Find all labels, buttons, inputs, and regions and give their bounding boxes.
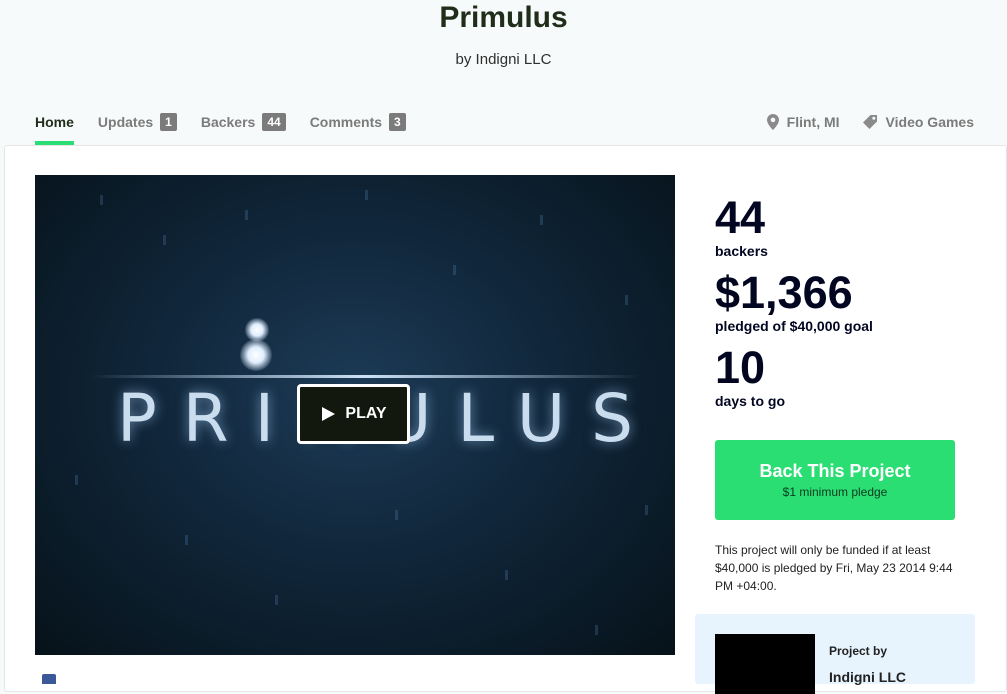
location-label: Flint, MI [786,114,840,130]
glowing-orb-large [240,339,272,371]
tab-comments-label: Comments [309,114,383,130]
tab-home[interactable]: Home [35,112,74,145]
funding-stats: 44 backers $1,366 pledged of $40,000 goa… [715,193,873,410]
tab-updates[interactable]: Updates 1 [98,112,177,145]
minimum-pledge-label: $1 minimum pledge [782,485,888,499]
pledged-amount: $1,366 [715,267,853,318]
project-title: Primulus [439,1,568,34]
project-byline[interactable]: by Indigni LLC [0,51,1007,68]
creator-avatar[interactable] [715,634,815,694]
days-label: days to go [715,393,786,409]
tab-updates-label: Updates [97,114,154,130]
days-remaining: 10 [715,342,766,393]
location-pin-icon [766,114,779,130]
backers-count: 44 [715,192,766,243]
tab-backers-label: Backers [200,114,256,130]
play-icon [322,407,336,421]
backers-count-badge: 44 [262,113,286,131]
project-meta: Flint, MI Video Games [745,112,974,132]
category-label: Video Games [885,114,974,130]
comments-count-badge: 3 [389,113,406,131]
backers-label: backers [715,243,768,259]
facebook-icon[interactable] [42,674,56,684]
play-label: PLAY [345,405,387,422]
back-button-label: Back This Project [759,461,911,481]
project-by-label: Project by [829,644,888,658]
updates-count-badge: 1 [160,113,177,131]
project-video[interactable]: PRIMULUS PLAY [35,175,675,655]
tab-backers[interactable]: Backers 44 [201,112,286,145]
creator-name[interactable]: Indigni LLC [829,669,906,685]
play-button[interactable]: PLAY [297,384,410,444]
tab-home-label: Home [35,114,74,130]
funding-note: This project will only be funded if at l… [715,543,953,593]
category-link[interactable]: Video Games [862,112,974,132]
light-streak [90,375,640,378]
creator-box: Project by Indigni LLC [695,614,975,694]
back-this-project-button[interactable]: Back This Project $1 minimum pledge [715,440,955,520]
project-header: Primulus by Indigni LLC Home Updates 1 B… [0,0,1007,145]
tab-comments[interactable]: Comments 3 [310,112,406,145]
location-link[interactable]: Flint, MI [766,112,840,132]
tag-icon [862,115,877,129]
pledged-label: pledged of $40,000 goal [715,318,873,334]
project-nav-tabs: Home Updates 1 Backers 44 Comments 3 [35,112,430,145]
